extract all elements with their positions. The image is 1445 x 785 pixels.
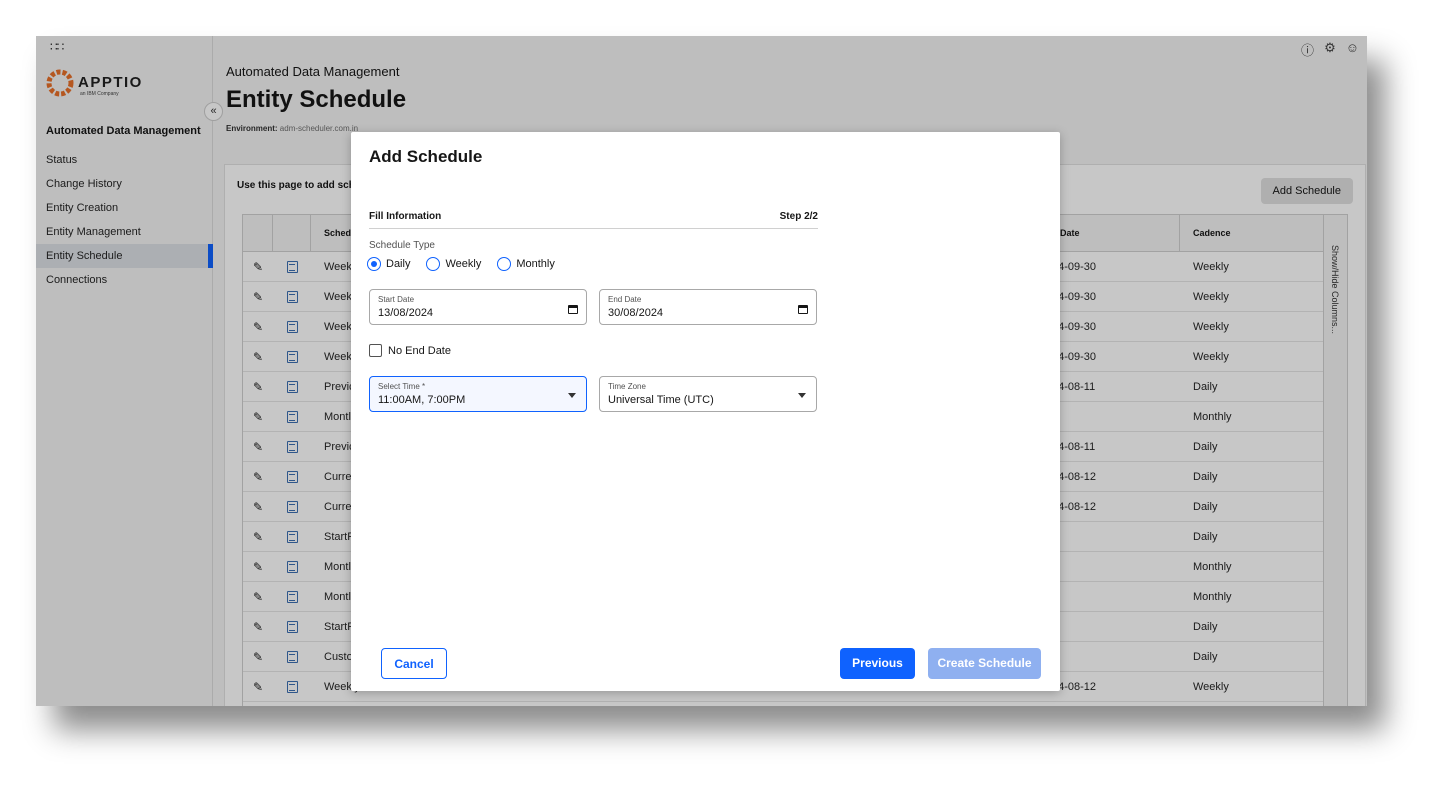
cancel-button[interactable]: Cancel — [381, 648, 447, 679]
radio-daily-label: Daily — [386, 258, 411, 270]
start-date-field[interactable]: Start Date 13/08/2024 — [369, 289, 587, 325]
radio-daily-indicator[interactable] — [367, 257, 381, 271]
radio-weekly-label: Weekly — [445, 258, 482, 270]
select-time-dropdown[interactable]: Select Time * 11:00AM, 7:00PM — [369, 376, 587, 412]
create-schedule-button[interactable]: Create Schedule — [928, 648, 1041, 679]
step-indicator: Step 2/2 — [779, 211, 818, 222]
radio-weekly-indicator[interactable] — [426, 257, 441, 271]
time-zone-dropdown[interactable]: Time Zone Universal Time (UTC) — [599, 376, 817, 412]
no-end-date-checkbox[interactable] — [369, 344, 382, 357]
select-time-value[interactable]: 11:00AM, 7:00PM — [378, 394, 465, 406]
time-zone-value[interactable]: Universal Time (UTC) — [608, 394, 714, 406]
time-zone-label: Time Zone — [608, 382, 646, 391]
section-header: Fill Information Step 2/2 — [369, 211, 818, 229]
radio-monthly-label: Monthly — [516, 258, 555, 270]
section-title: Fill Information — [369, 211, 442, 222]
no-end-date-checkbox-row[interactable]: No End Date — [369, 344, 451, 357]
end-date-value[interactable]: 30/08/2024 — [608, 307, 663, 319]
select-time-label: Select Time * — [378, 382, 426, 391]
previous-button[interactable]: Previous — [840, 648, 915, 679]
add-schedule-modal: Add Schedule Fill Information Step 2/2 S… — [351, 132, 1060, 691]
calendar-icon[interactable] — [568, 305, 578, 314]
modal-title: Add Schedule — [369, 147, 483, 166]
schedule-type-radio-group: Daily Weekly Monthly — [367, 257, 555, 271]
schedule-type-label: Schedule Type — [369, 240, 435, 251]
no-end-date-label: No End Date — [388, 344, 451, 357]
radio-daily[interactable]: Daily — [367, 257, 410, 271]
start-date-label: Start Date — [378, 295, 415, 304]
radio-monthly[interactable]: Monthly — [497, 257, 555, 271]
start-date-value[interactable]: 13/08/2024 — [378, 307, 433, 319]
app-window: ∷∷ APPTIO an IBM Company Automated Data … — [36, 36, 1367, 706]
chevron-down-icon[interactable] — [568, 393, 576, 398]
radio-monthly-indicator[interactable] — [497, 257, 512, 271]
chevron-down-icon[interactable] — [798, 393, 806, 398]
radio-weekly[interactable]: Weekly — [426, 257, 481, 271]
end-date-field[interactable]: End Date 30/08/2024 — [599, 289, 817, 325]
end-date-label: End Date — [608, 295, 642, 304]
calendar-icon[interactable] — [798, 305, 808, 314]
